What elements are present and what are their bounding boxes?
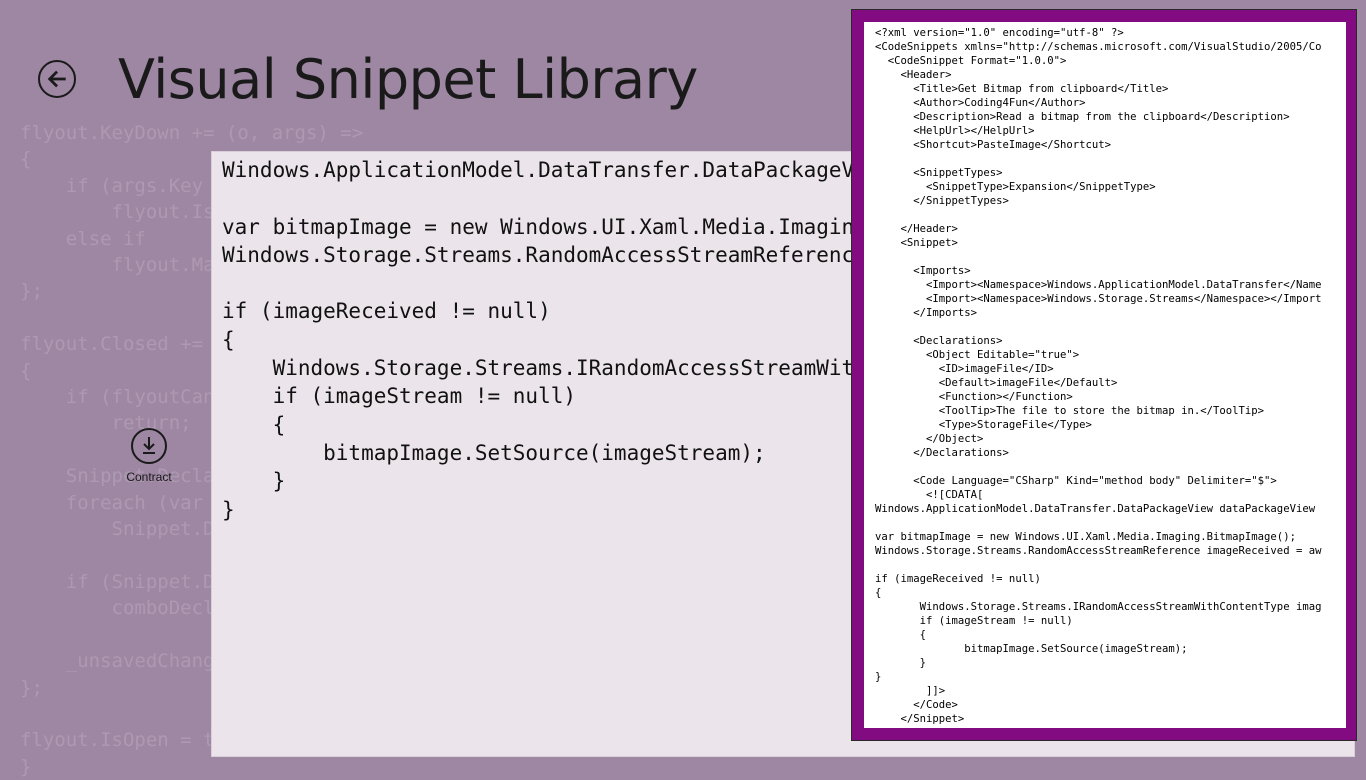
contract-label: Contract (126, 470, 172, 484)
xml-snippet-text: <?xml version="1.0" encoding="utf-8" ?> … (875, 27, 1322, 725)
contract-button[interactable]: Contract (120, 428, 178, 484)
back-button[interactable] (38, 60, 76, 98)
page-title: Visual Snippet Library (118, 48, 698, 111)
back-arrow-icon (47, 70, 66, 88)
xml-snippet-panel: <?xml version="1.0" encoding="utf-8" ?> … (851, 9, 1357, 741)
xml-snippet-viewer[interactable]: <?xml version="1.0" encoding="utf-8" ?> … (864, 22, 1346, 728)
download-arrow-icon (131, 428, 167, 464)
